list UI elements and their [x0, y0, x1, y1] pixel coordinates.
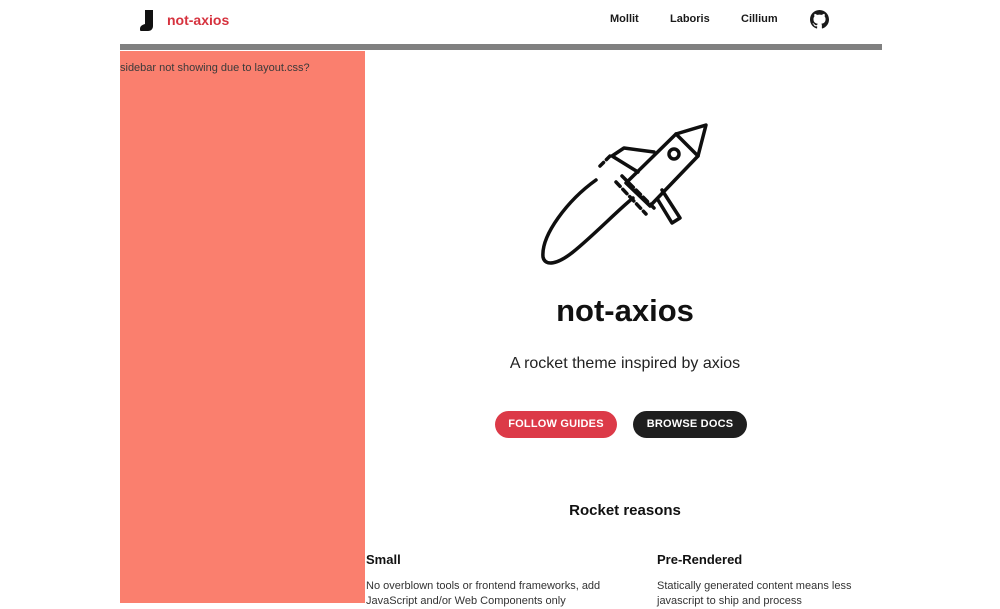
browse-docs-button[interactable]: BROWSE DOCS	[633, 411, 747, 438]
feature-title-small: Small	[366, 552, 401, 567]
brand-link[interactable]: not-axios	[167, 12, 229, 28]
reasons-title: Rocket reasons	[569, 502, 681, 519]
header-divider	[120, 44, 882, 50]
github-icon[interactable]	[810, 10, 829, 29]
follow-guides-button[interactable]: FOLLOW GUIDES	[495, 411, 617, 438]
nav-link-laboris[interactable]: Laboris	[670, 13, 710, 25]
top-nav: not-axios Mollit Laboris Cillium	[0, 0, 1000, 44]
sidebar: sidebar not showing due to layout.css?	[120, 51, 365, 603]
feature-body-prerendered: Statically generated content means less …	[657, 580, 852, 607]
rocket-icon	[541, 123, 708, 265]
boot-icon[interactable]	[140, 10, 158, 32]
feature-title-prerendered: Pre-Rendered	[657, 552, 743, 567]
nav-link-mollit[interactable]: Mollit	[610, 13, 639, 25]
feature-body-small: No overblown tools or frontend framework…	[366, 580, 601, 607]
hero-title: not-axios	[556, 293, 694, 328]
sidebar-note: sidebar not showing due to layout.css?	[120, 62, 310, 74]
hero-subtitle: A rocket theme inspired by axios	[509, 355, 741, 372]
nav-link-cillium[interactable]: Cillium	[741, 13, 778, 25]
